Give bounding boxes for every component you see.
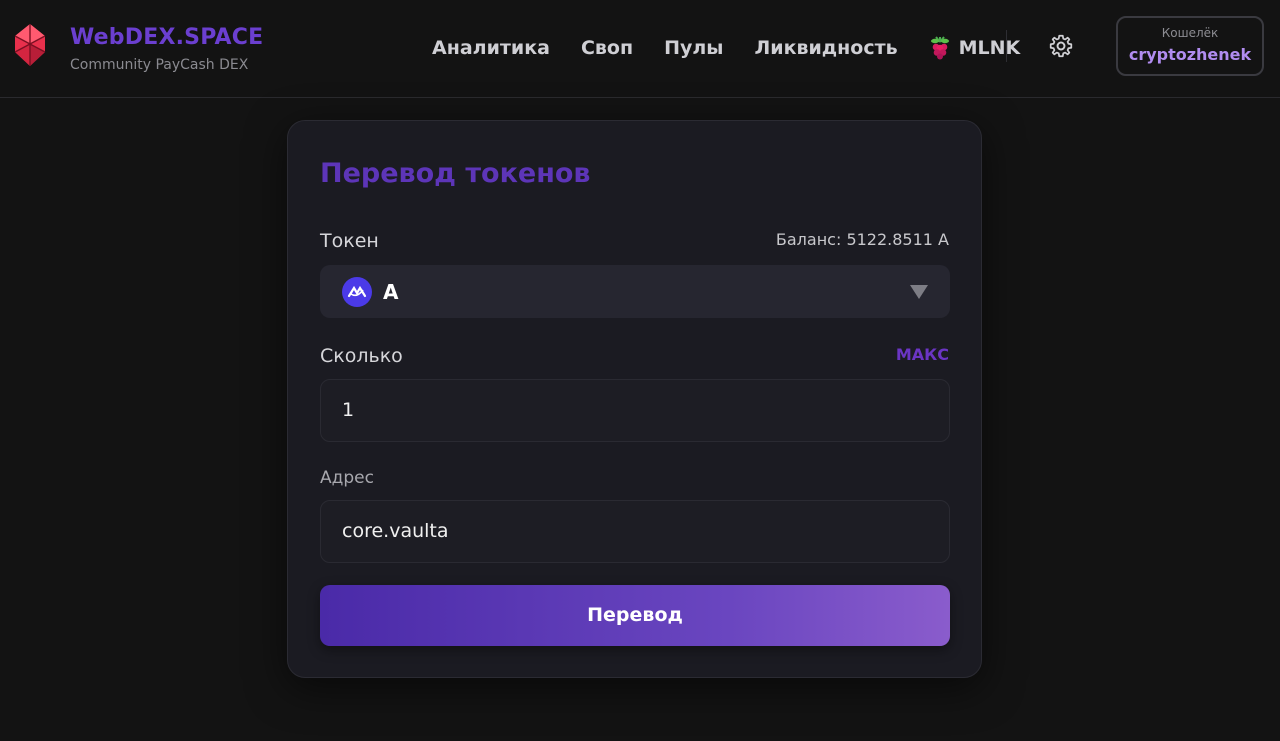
nav-divider — [1006, 30, 1007, 62]
nav-pools[interactable]: Пулы — [664, 34, 723, 62]
page-title: Перевод токенов — [320, 158, 591, 189]
nav-swap[interactable]: Своп — [581, 34, 633, 62]
amount-label: Сколько — [320, 345, 403, 367]
eos-crystal-icon — [14, 24, 46, 66]
wallet-label: Кошелёк — [1161, 26, 1219, 40]
max-button[interactable]: МАКС — [896, 344, 949, 366]
brand-title: WebDEX.SPACE — [70, 25, 264, 50]
token-a-icon — [342, 277, 372, 307]
address-input[interactable]: core.vaulta — [320, 500, 950, 563]
transfer-button[interactable]: Перевод — [320, 585, 950, 646]
token-select[interactable]: A — [320, 265, 950, 318]
nav-liquidity[interactable]: Ликвидность — [754, 34, 897, 62]
balance-text: Баланс: 5122.8511 A — [775, 230, 949, 249]
gear-icon[interactable] — [1048, 33, 1074, 59]
token-label: Токен — [320, 230, 379, 252]
token-symbol: A — [383, 280, 399, 304]
chevron-down-icon — [910, 285, 928, 299]
address-label: Адрес — [320, 468, 374, 488]
top-navbar: WebDEX.SPACE Community PayCash DEX Анали… — [0, 0, 1280, 98]
brand-subtitle: Community PayCash DEX — [70, 57, 249, 73]
transfer-card: Перевод токенов Токен Баланс: 5122.8511 … — [287, 120, 982, 678]
wallet-account: cryptozhenek — [1128, 45, 1252, 64]
main-nav: Аналитика Своп Пулы Ликвидность MLNK — [432, 34, 1051, 62]
wallet-button[interactable]: Кошелёк cryptozhenek — [1116, 16, 1264, 76]
brand[interactable]: WebDEX.SPACE Community PayCash DEX — [12, 22, 263, 74]
nav-mlnk-label: MLNK — [958, 37, 1021, 59]
nav-analytics[interactable]: Аналитика — [432, 34, 550, 62]
raspberry-icon — [930, 36, 949, 60]
amount-input[interactable]: 1 — [320, 379, 950, 442]
